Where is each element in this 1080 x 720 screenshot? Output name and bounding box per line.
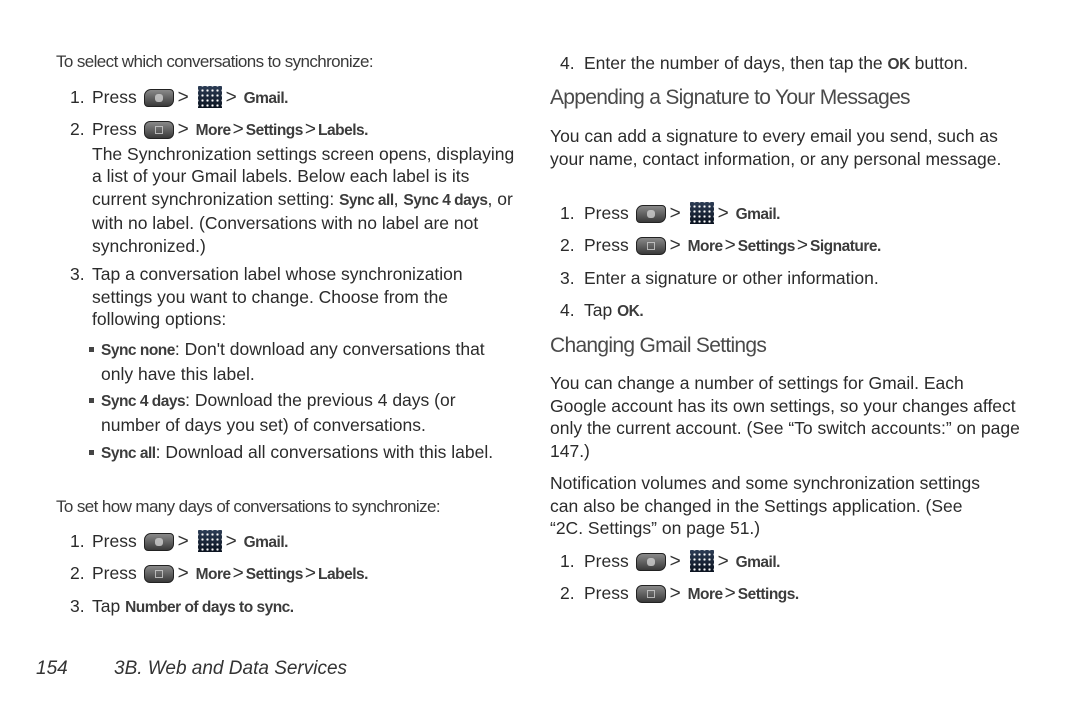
menu-key-icon [143,121,174,139]
section-heading: Changing Gmail Settings [550,334,767,357]
home-key-icon [143,89,174,107]
intro-sync-days: To set how many days of conversations to… [56,497,441,516]
intro-sync-select: To select which conversations to synchro… [56,52,374,71]
home-key-icon [143,533,174,551]
paragraph: You can add a signature to every email y… [550,126,1002,169]
bullet-icon [89,398,94,403]
step-item: 2. Press > More > Settings > Labels. The Syn… [70,119,515,256]
home-key-icon [635,553,666,571]
bullet-icon [89,347,94,352]
section-title: 3B. Web and Data Services [114,658,348,679]
paragraph: You can change a number of settings for … [550,373,1020,461]
menu-key-icon [635,237,666,255]
home-key-icon [635,205,666,223]
page-number: 154 [36,658,68,679]
page-footer: 154 3B. Web and Data Services [36,658,347,680]
bullet-icon [89,450,94,455]
menu-key-icon [143,565,174,583]
step-text: Press [92,87,137,107]
section-heading: Appending a Signature to Your Messages [550,86,911,109]
applications-icon [689,202,714,224]
step-number: 1. [70,87,85,107]
menu-target: Gmail. [243,90,289,107]
paragraph: Notification volumes and some synchroniz… [550,473,980,538]
step-number: 3. [70,264,85,284]
applications-icon [197,86,222,108]
menu-key-icon [635,585,666,603]
applications-icon [689,550,714,572]
step-number: 2. [70,119,85,139]
applications-icon [197,530,222,552]
